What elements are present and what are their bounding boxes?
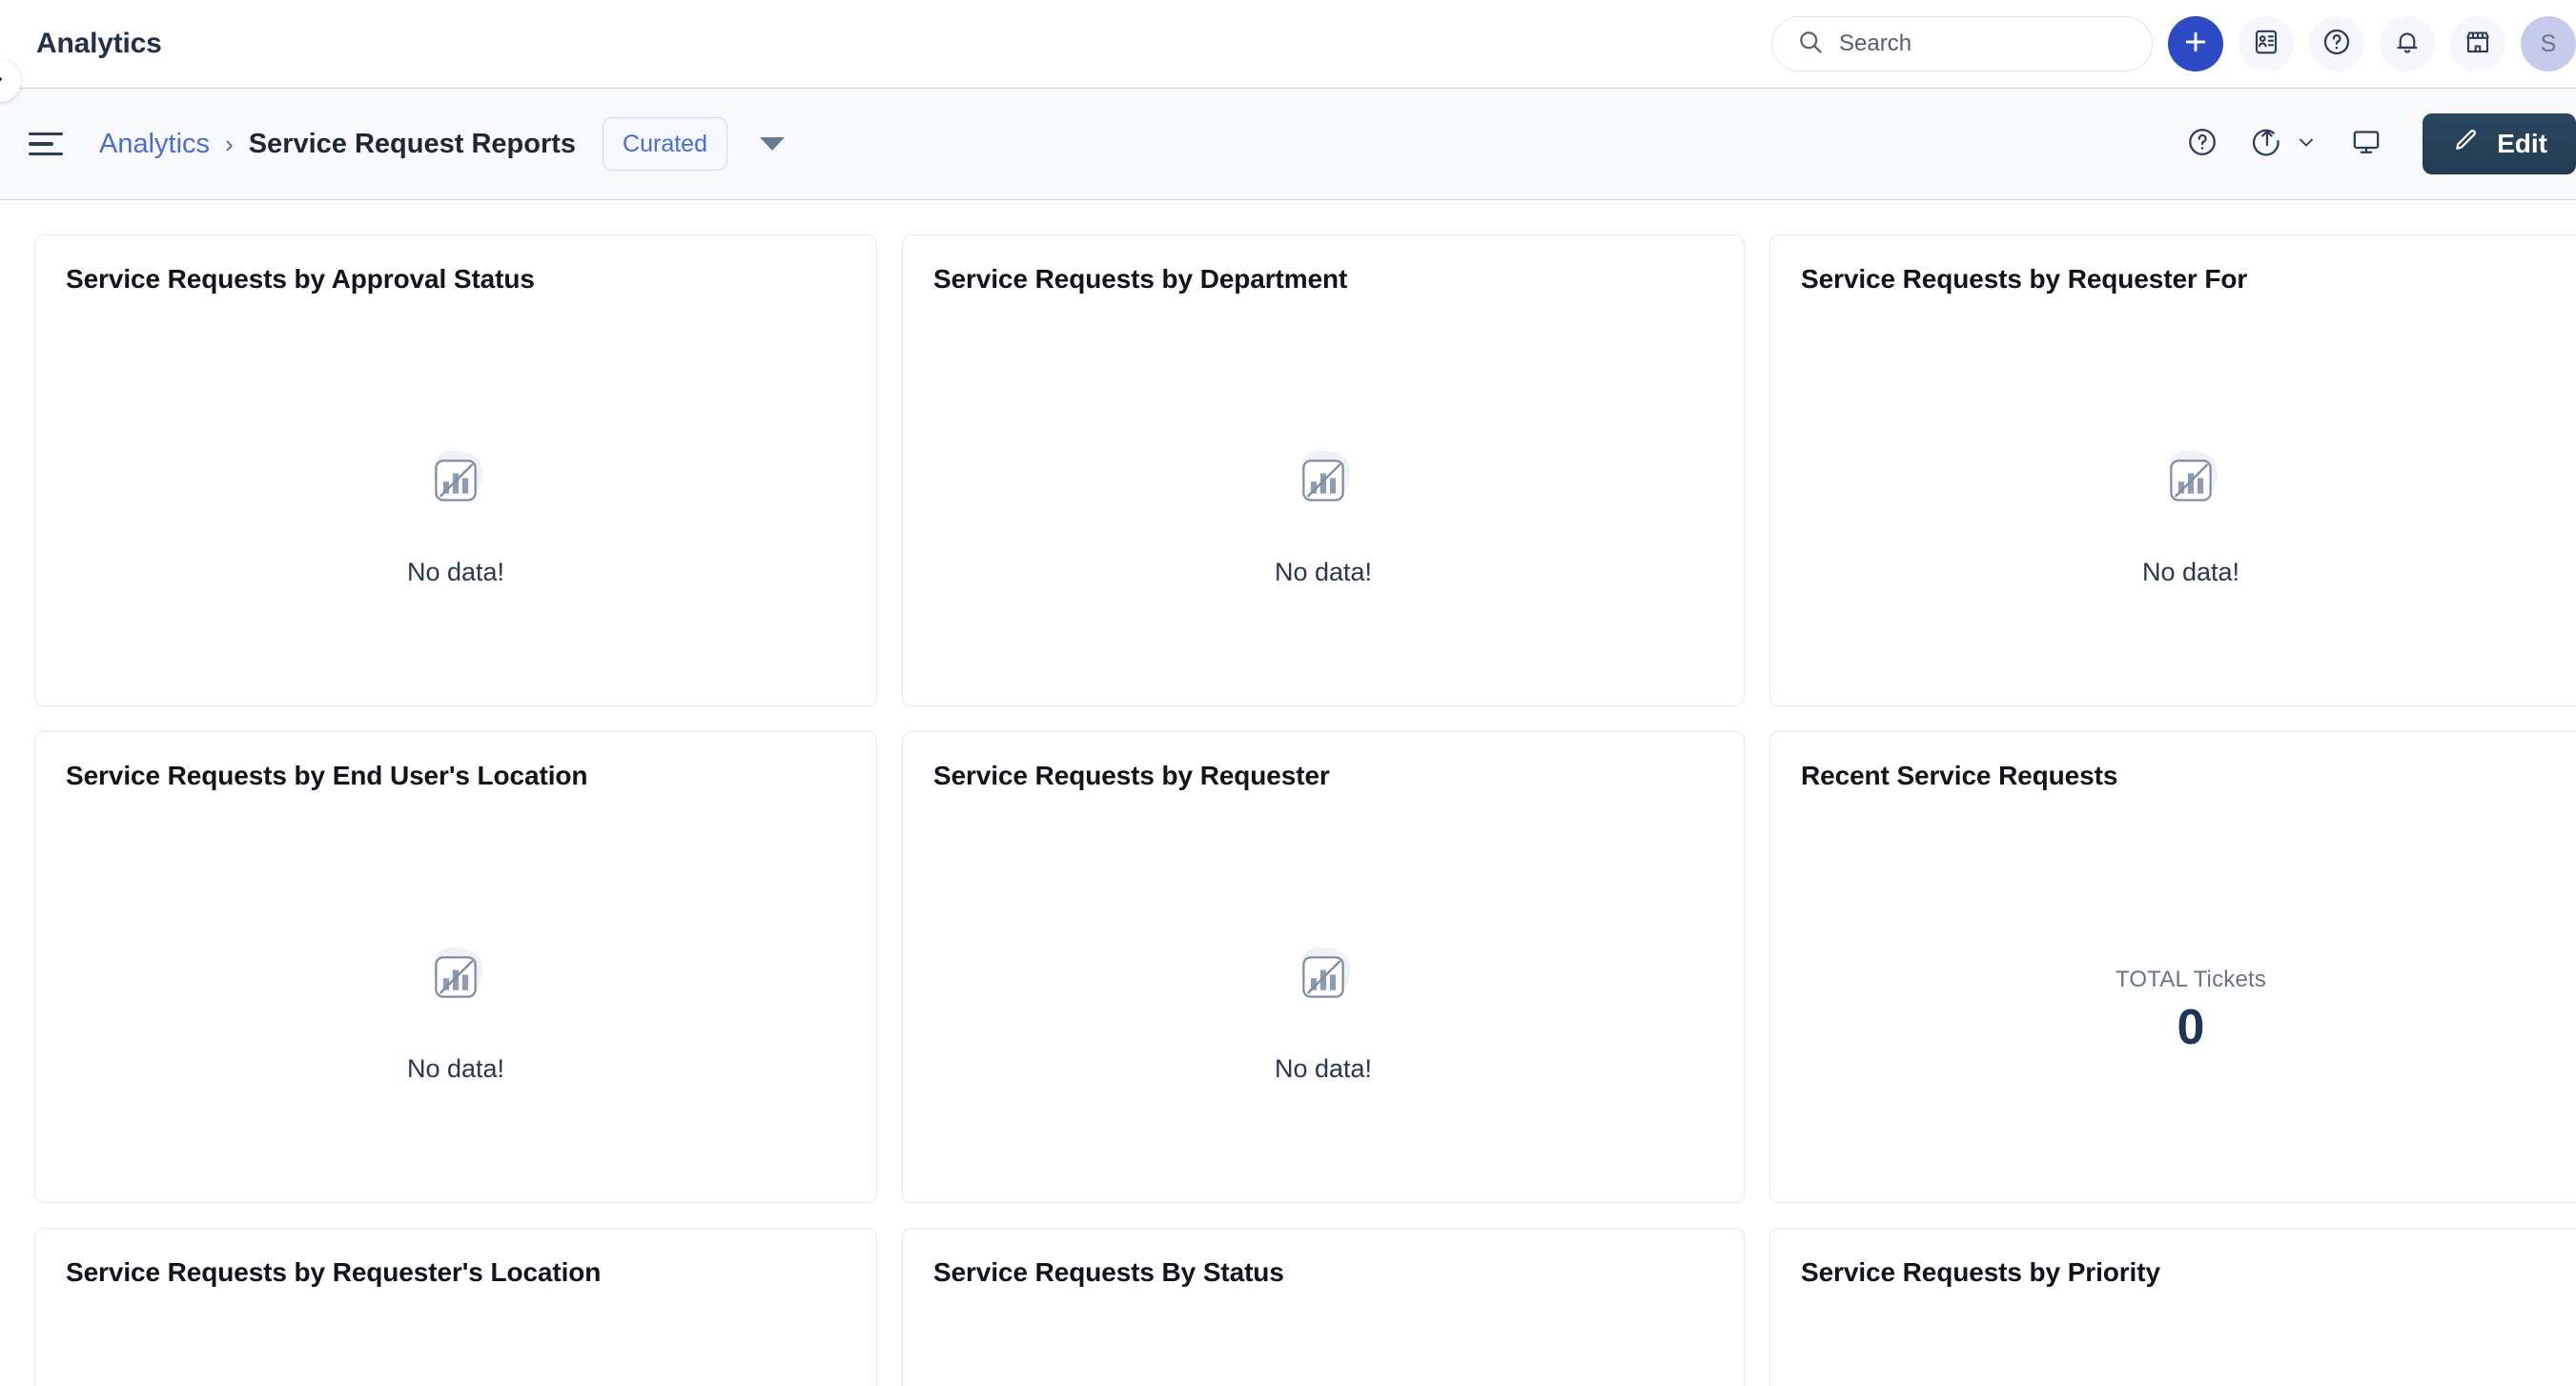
dashboard-card[interactable]: Service Requests by Requester's Location… <box>34 1228 877 1386</box>
breadcrumb-parent-link[interactable]: Analytics <box>99 129 210 160</box>
dashboard-card-title: Service Requests by Department <box>933 264 1713 295</box>
dashboard-card[interactable]: Service Requests By Status No data! <box>902 1228 1745 1386</box>
chevron-down-icon <box>2295 131 2318 158</box>
no-chart-data-icon <box>1285 442 1361 523</box>
caret-down-icon[interactable] <box>760 137 785 151</box>
monitor-icon <box>2350 126 2382 163</box>
presentation-button[interactable] <box>2350 126 2382 163</box>
empty-state-text: No data! <box>2142 558 2239 587</box>
question-circle-icon <box>2186 126 2218 163</box>
chevron-right-icon <box>0 72 7 91</box>
dashboard-card-body: No data! <box>903 323 1744 705</box>
dashboard-card[interactable]: Service Requests by Priority No data! <box>1769 1228 2576 1386</box>
hamburger-icon[interactable] <box>29 131 65 157</box>
search-input[interactable]: Search <box>1771 16 2153 71</box>
bell-icon <box>2393 28 2422 61</box>
share-button[interactable] <box>2251 126 2318 163</box>
dashboard-card-title: Service Requests by Approval Status <box>66 264 846 295</box>
app-header: Analytics Search <box>0 0 2576 88</box>
dashboard-card-body: TOTAL Tickets 0 <box>1770 820 2576 1202</box>
no-chart-data-icon <box>2153 442 2229 523</box>
dashboard-card-body: No data! <box>35 820 876 1202</box>
dashboard-card-body: No data! <box>903 1316 1744 1386</box>
dashboard-card-title: Service Requests by Requester For <box>1801 264 2576 295</box>
store-icon <box>2464 28 2492 61</box>
dashboard-card-title: Service Requests by Requester <box>933 761 1713 791</box>
dashboard-card[interactable]: Service Requests by Requester No data! <box>902 731 1745 1203</box>
dashboard-card-title: Recent Service Requests <box>1801 761 2576 791</box>
breadcrumb-title: Service Request Reports <box>249 129 576 160</box>
dashboard-card[interactable]: Service Requests by Approval Status No d… <box>34 234 877 706</box>
kpi-value: 0 <box>2177 999 2205 1056</box>
dashboard-board: Service Requests by Approval Status No d… <box>0 200 2576 1354</box>
avatar-initial: S <box>2541 31 2557 58</box>
dashboard-card-body: No data! <box>903 820 1744 1202</box>
breadcrumb-actions: Edit <box>2186 113 2576 174</box>
marketplace-button[interactable] <box>2450 16 2505 71</box>
dashboard-card[interactable]: Service Requests by Requester For No dat… <box>1769 234 2576 706</box>
id-card-icon <box>2252 28 2280 61</box>
dashboard-card-body: No data! <box>1770 323 2576 705</box>
pencil-icon <box>2451 127 2480 162</box>
search-icon <box>1797 29 1824 60</box>
help-icon-button[interactable] <box>2186 126 2218 163</box>
dashboard-card[interactable]: Service Requests by End User's Location … <box>34 731 877 1203</box>
dashboard-card[interactable]: Recent Service Requests TOTAL Tickets 0 <box>1769 731 2576 1203</box>
no-chart-data-icon <box>418 939 494 1020</box>
dashboard-card-title: Service Requests By Status <box>933 1257 1713 1288</box>
kpi-block: TOTAL Tickets 0 <box>2116 967 2266 1056</box>
dashboard-card-body: No data! <box>35 1316 876 1386</box>
header-actions: Search <box>1771 16 2555 71</box>
create-button[interactable] <box>2168 16 2223 71</box>
avatar[interactable]: S <box>2521 16 2576 71</box>
breadcrumb-bar: Analytics › Service Request Reports Cura… <box>0 88 2576 200</box>
dashboard-grid: Service Requests by Approval Status No d… <box>34 234 2576 1386</box>
edit-button-label: Edit <box>2497 129 2547 159</box>
page-title: Analytics <box>36 28 162 60</box>
kpi-label: TOTAL Tickets <box>2116 967 2266 993</box>
no-chart-data-icon <box>418 442 494 523</box>
empty-state-text: No data! <box>1275 1054 1372 1084</box>
dashboard-card-title: Service Requests by Priority <box>1801 1257 2576 1288</box>
dashboard-card-body: No data! <box>1770 1316 2576 1386</box>
contacts-button[interactable] <box>2239 16 2294 71</box>
help-button[interactable] <box>2309 16 2364 71</box>
breadcrumb-separator: › <box>225 130 234 159</box>
empty-state-text: No data! <box>407 558 504 587</box>
empty-state-text: No data! <box>407 1054 504 1084</box>
no-chart-data-icon <box>1285 939 1361 1020</box>
empty-state-text: No data! <box>1275 558 1372 587</box>
plus-icon <box>2181 28 2210 61</box>
dashboard-card-title: Service Requests by Requester's Location <box>66 1257 846 1288</box>
search-placeholder: Search <box>1839 31 1912 57</box>
edit-button[interactable]: Edit <box>2423 113 2576 174</box>
dashboard-card-title: Service Requests by End User's Location <box>66 761 846 791</box>
question-circle-icon <box>2321 27 2352 62</box>
share-up-icon <box>2251 126 2283 163</box>
dashboard-card[interactable]: Service Requests by Department No data! <box>902 234 1745 706</box>
status-badge[interactable]: Curated <box>603 117 727 171</box>
notifications-button[interactable] <box>2380 16 2435 71</box>
dashboard-card-body: No data! <box>35 323 876 705</box>
